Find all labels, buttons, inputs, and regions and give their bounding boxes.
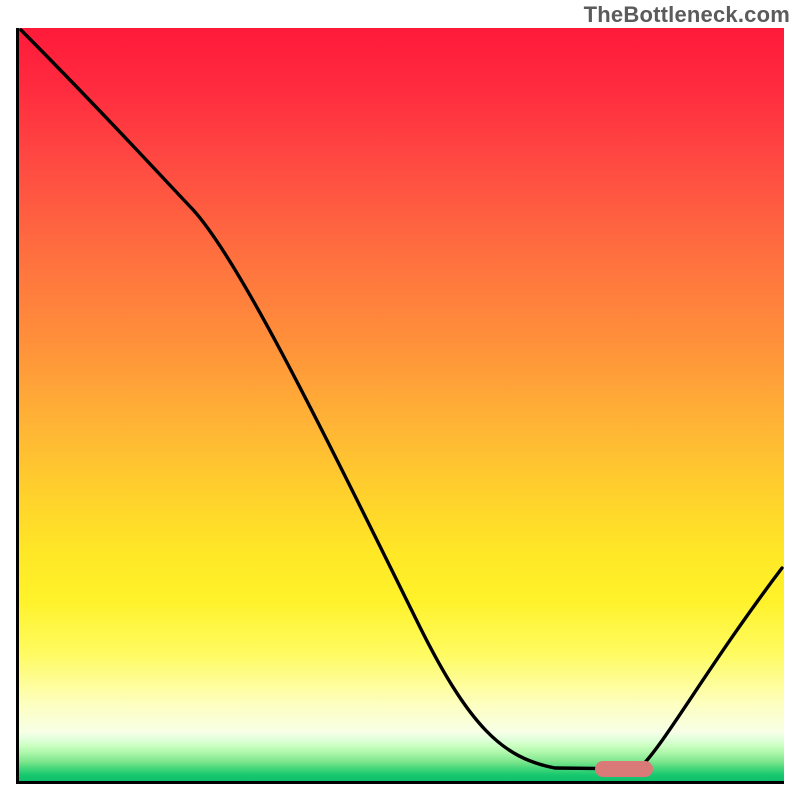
chart-container: TheBottleneck.com (0, 0, 800, 800)
plot-area (16, 28, 784, 784)
bottleneck-curve (21, 30, 782, 769)
curve-layer (19, 28, 784, 781)
brand-watermark: TheBottleneck.com (584, 2, 790, 28)
optimum-marker (595, 761, 653, 777)
